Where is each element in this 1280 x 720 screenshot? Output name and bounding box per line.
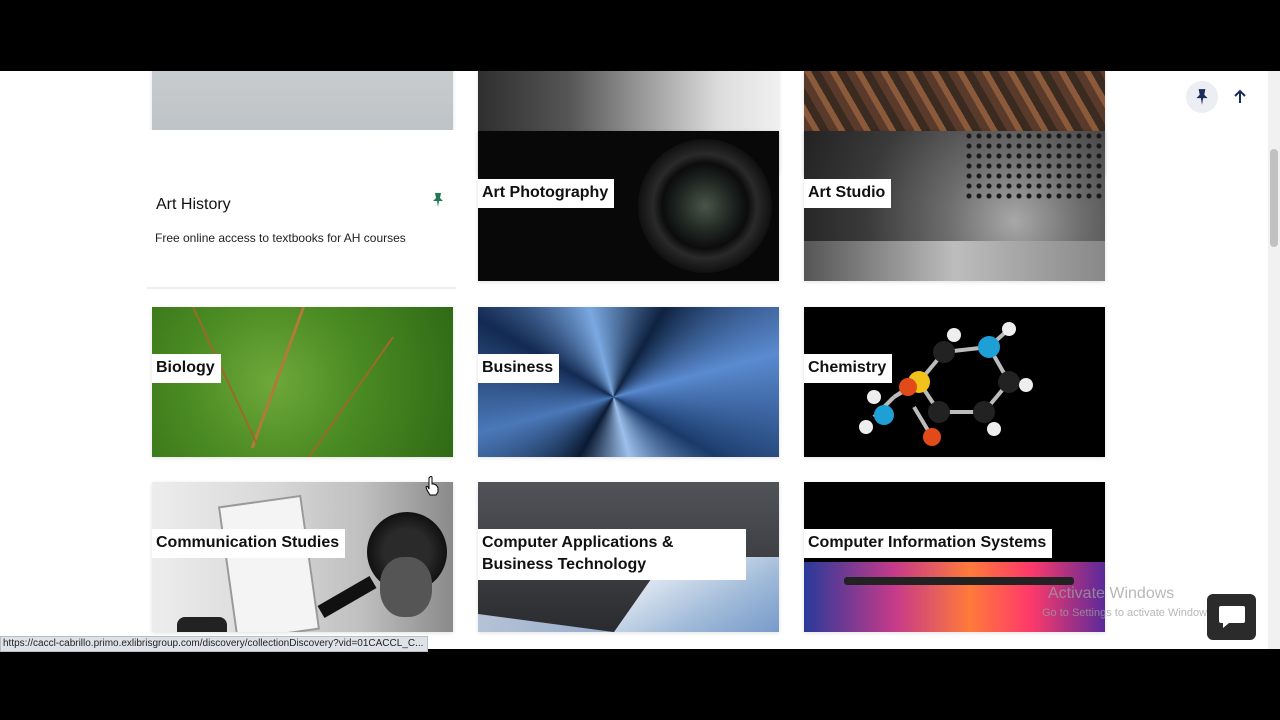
collection-discovery-page: Art History Free online access to textbo…	[0, 71, 1280, 649]
arrow-up-icon	[1234, 89, 1246, 103]
hand-cursor-icon	[425, 476, 439, 496]
page-scrollbar[interactable]	[1268, 71, 1280, 649]
collection-card-chemistry[interactable]: Chemistry	[804, 307, 1105, 457]
card-label: Business	[478, 354, 560, 383]
browser-status-url: https://caccl-cabrillo.primo.exlibrisgro…	[0, 636, 428, 652]
card-title: Art History	[156, 196, 231, 213]
activate-windows-subtitle: Go to Settings to activate Windows.	[1042, 607, 1216, 619]
collection-card-communication-studies[interactable]: Communication Studies	[152, 482, 453, 632]
activate-windows-title: Activate Windows	[1048, 585, 1175, 602]
card-label: Biology	[152, 354, 221, 383]
card-label: Chemistry	[804, 354, 893, 383]
chat-button[interactable]	[1207, 594, 1256, 640]
scrollbar-thumb[interactable]	[1270, 149, 1278, 247]
card-label: Computer Applications & Business Technol…	[478, 529, 746, 580]
pin-toggle-button[interactable]	[1186, 81, 1218, 113]
card-label: Art Studio	[804, 179, 892, 208]
collection-card-art-photography[interactable]: Art Photography	[478, 131, 779, 281]
collection-card-computer-applications-business-technology[interactable]: Computer Applications & Business Technol…	[478, 482, 779, 632]
collection-card-business[interactable]: Business	[478, 307, 779, 457]
card-label: Art Photography	[478, 179, 615, 208]
chat-bubble-icon	[1218, 606, 1245, 628]
scroll-to-top-button[interactable]	[1224, 81, 1256, 113]
collection-card-art-studio[interactable]: Art Studio	[804, 131, 1105, 281]
pin-icon[interactable]	[431, 192, 445, 208]
pin-icon	[1196, 89, 1208, 105]
card-description: Free online access to textbooks for AH c…	[155, 231, 406, 245]
collection-card-biology[interactable]: Biology	[152, 307, 453, 457]
card-label: Communication Studies	[152, 529, 346, 558]
card-label: Computer Information Systems	[804, 529, 1053, 558]
art-history-card[interactable]: Art History Free online access to textbo…	[147, 130, 456, 289]
